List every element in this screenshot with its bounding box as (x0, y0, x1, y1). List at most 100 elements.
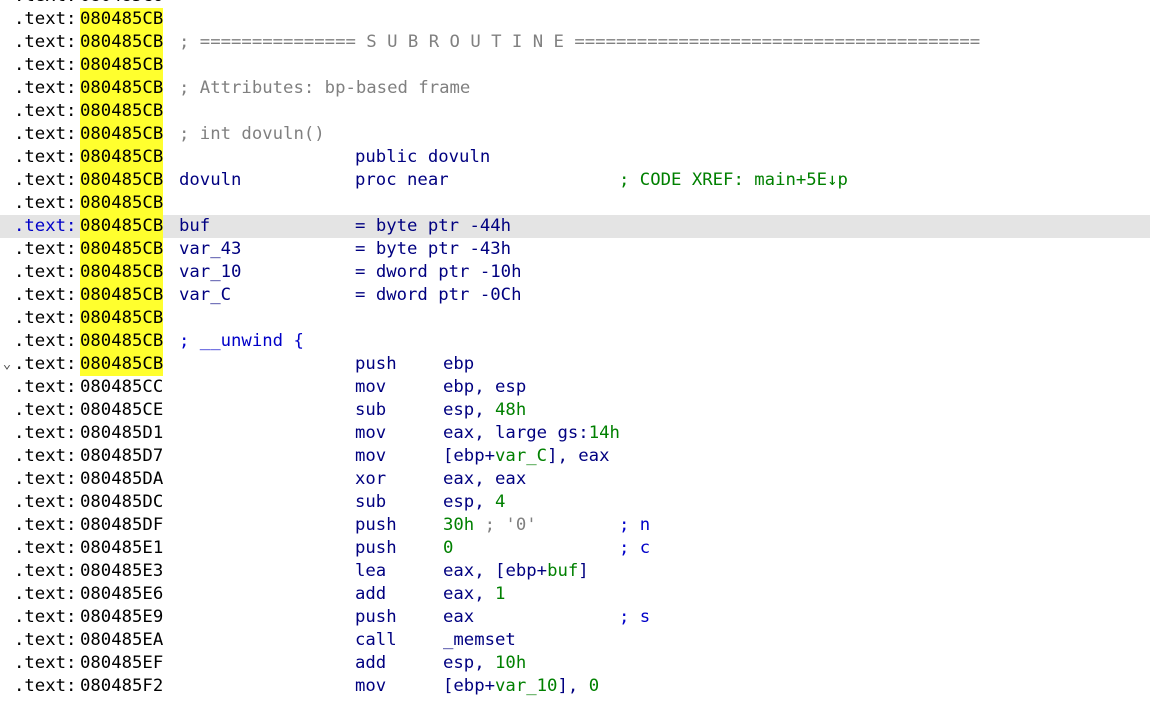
listing-line[interactable]: .text: 080485DF push 30h ; '0' ; n (0, 514, 1150, 537)
address[interactable]: 080485C6 (80, 0, 163, 8)
address[interactable]: 080485CB (80, 123, 164, 146)
listing-line[interactable]: .text: 080485CB ; __unwind { (0, 330, 1150, 353)
listing-line[interactable]: .text: 080485D1 mov eax, large gs:14h (0, 422, 1150, 445)
listing-line[interactable]: ⌄ .text: 080485CB push ebp (0, 353, 1150, 376)
operands[interactable]: esp, 10h (443, 652, 526, 675)
address[interactable]: 080485CB (80, 192, 164, 215)
operands[interactable]: ebp (443, 353, 474, 376)
address[interactable]: 080485EA (80, 629, 163, 652)
address[interactable]: 080485D7 (80, 445, 163, 468)
address[interactable]: 080485CB (80, 215, 164, 238)
mnemonic[interactable]: push (355, 514, 397, 537)
listing-line[interactable]: .text: 080485D7 mov [ebp+var_C], eax (0, 445, 1150, 468)
address[interactable]: 080485CB (80, 284, 164, 307)
listing-line[interactable]: .text: 080485CB buf = byte ptr -44h (0, 215, 1150, 238)
address[interactable]: 080485E9 (80, 606, 163, 629)
operands[interactable]: eax, 1 (443, 583, 505, 606)
mnemonic[interactable]: mov (355, 376, 386, 399)
listing-line[interactable]: .text: 080485CB (0, 100, 1150, 123)
mnemonic[interactable]: sub (355, 399, 386, 422)
stack-variable-name[interactable]: buf (179, 215, 210, 238)
listing-line[interactable]: .text: 080485DC sub esp, 4 (0, 491, 1150, 514)
listing-line[interactable]: .text: 080485F2 mov [ebp+var_10], 0 (0, 675, 1150, 698)
address[interactable]: 080485DC (80, 491, 163, 514)
stack-variable-name[interactable]: var_43 (179, 238, 241, 261)
address[interactable]: 080485CB (80, 238, 164, 261)
mnemonic[interactable]: add (355, 652, 386, 675)
function-label[interactable]: dovuln (179, 169, 241, 192)
listing-line[interactable]: .text: 080485CB dovuln proc near ; CODE XREF… (0, 169, 1150, 192)
listing-line[interactable]: .text: 080485E9 push eax ; s (0, 606, 1150, 629)
listing-line[interactable]: .text: 080485E6 add eax, 1 (0, 583, 1150, 606)
listing-line[interactable]: .text: 080485C6 (0, 0, 1150, 8)
address[interactable]: 080485E6 (80, 583, 163, 606)
operands[interactable]: ebp, esp (443, 376, 526, 399)
listing-line[interactable]: .text: 080485DA xor eax, eax (0, 468, 1150, 491)
address[interactable]: 080485E3 (80, 560, 163, 583)
disassembly-listing[interactable]: .text:080485C6.text:080485CB.text:080485… (0, 0, 1150, 698)
operands[interactable]: _memset (443, 629, 516, 652)
collapse-chevron-icon[interactable]: ⌄ (0, 353, 14, 376)
listing-line[interactable]: .text: 080485CB public dovuln (0, 146, 1150, 169)
code-xref[interactable]: ; CODE XREF: main+5E↓p (619, 169, 848, 192)
listing-line[interactable]: .text: 080485CB ; Attributes: bp-based fra… (0, 77, 1150, 100)
address[interactable]: 080485CB (80, 330, 164, 353)
address[interactable]: 080485D1 (80, 422, 163, 445)
operands[interactable]: 0 (443, 537, 453, 560)
mnemonic[interactable]: mov (355, 445, 386, 468)
listing-line[interactable]: .text: 080485CB var_10 = dword ptr -10h (0, 261, 1150, 284)
address[interactable]: 080485F2 (80, 675, 163, 698)
operands[interactable]: [ebp+var_C], eax (443, 445, 610, 468)
mnemonic[interactable]: sub (355, 491, 386, 514)
address[interactable]: 080485CB (80, 146, 164, 169)
address[interactable]: 080485CB (80, 169, 164, 192)
address[interactable]: 080485DA (80, 468, 163, 491)
operands[interactable]: eax, large gs:14h (443, 422, 620, 445)
address[interactable]: 080485E1 (80, 537, 163, 560)
address[interactable]: 080485CE (80, 399, 163, 422)
listing-line[interactable]: .text: 080485CC mov ebp, esp (0, 376, 1150, 399)
listing-line[interactable]: .text: 080485CB (0, 54, 1150, 77)
listing-line[interactable]: .text: 080485E3 lea eax, [ebp+buf] (0, 560, 1150, 583)
operands[interactable]: esp, 4 (443, 491, 505, 514)
address[interactable]: 080485CB (80, 353, 164, 376)
listing-line[interactable]: .text: 080485CB ; =============== S U B R … (0, 31, 1150, 54)
address[interactable]: 080485CB (80, 261, 164, 284)
address[interactable]: 080485CB (80, 100, 164, 123)
listing-line[interactable]: .text: 080485CB (0, 192, 1150, 215)
address[interactable]: 080485CB (80, 307, 164, 330)
address[interactable]: 080485CC (80, 376, 163, 399)
listing-line[interactable]: .text: 080485EF add esp, 10h (0, 652, 1150, 675)
mnemonic[interactable]: push (355, 606, 397, 629)
mnemonic[interactable]: mov (355, 675, 386, 698)
address[interactable]: 080485EF (80, 652, 163, 675)
mnemonic[interactable]: mov (355, 422, 386, 445)
mnemonic[interactable]: add (355, 583, 386, 606)
listing-line[interactable]: .text: 080485EA call _memset (0, 629, 1150, 652)
address[interactable]: 080485CB (80, 77, 164, 100)
operands[interactable]: eax (443, 606, 474, 629)
listing-line[interactable]: .text: 080485CB (0, 8, 1150, 31)
address[interactable]: 080485CB (80, 54, 164, 77)
mnemonic[interactable]: push (355, 353, 397, 376)
operands[interactable]: eax, [ebp+buf] (443, 560, 589, 583)
mnemonic[interactable]: xor (355, 468, 386, 491)
mnemonic[interactable]: lea (355, 560, 386, 583)
stack-variable-name[interactable]: var_C (179, 284, 231, 307)
address[interactable]: 080485CB (80, 8, 164, 31)
listing-line[interactable]: .text: 080485CE sub esp, 48h (0, 399, 1150, 422)
operands[interactable]: 30h ; '0' (443, 514, 537, 537)
listing-line[interactable]: .text: 080485CB (0, 307, 1150, 330)
mnemonic[interactable]: call (355, 629, 397, 652)
listing-line[interactable]: .text: 080485E1 push 0 ; c (0, 537, 1150, 560)
address[interactable]: 080485CB (80, 31, 164, 54)
listing-line[interactable]: .text: 080485CB var_43 = byte ptr -43h (0, 238, 1150, 261)
operands[interactable]: esp, 48h (443, 399, 526, 422)
address[interactable]: 080485DF (80, 514, 163, 537)
mnemonic[interactable]: push (355, 537, 397, 560)
listing-line[interactable]: .text: 080485CB var_C = dword ptr -0Ch (0, 284, 1150, 307)
operands[interactable]: eax, eax (443, 468, 526, 491)
operands[interactable]: [ebp+var_10], 0 (443, 675, 599, 698)
stack-variable-name[interactable]: var_10 (179, 261, 241, 284)
listing-line[interactable]: .text: 080485CB ; int dovuln() (0, 123, 1150, 146)
